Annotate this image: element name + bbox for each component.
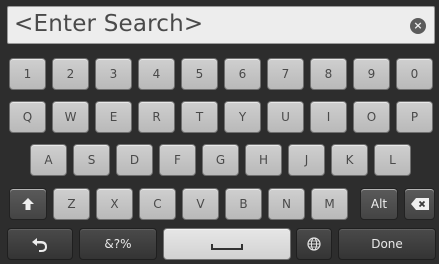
back-arrow-icon — [32, 238, 47, 252]
key-z[interactable]: Z — [53, 188, 90, 220]
symbols-label: &?% — [104, 237, 132, 251]
globe-key[interactable] — [296, 228, 332, 260]
search-placeholder: <Enter Search> — [14, 11, 204, 37]
key-7[interactable]: 7 — [267, 58, 304, 90]
key-label: 5 — [195, 67, 204, 81]
key-y[interactable]: Y — [224, 101, 261, 133]
backspace-key[interactable] — [404, 188, 435, 220]
shift-key[interactable] — [9, 188, 47, 220]
key-q[interactable]: Q — [9, 101, 46, 133]
key-f[interactable]: F — [159, 144, 196, 176]
key-a[interactable]: A — [30, 144, 67, 176]
key-p[interactable]: P — [396, 101, 433, 133]
key-label: F — [174, 153, 181, 167]
key-label: S — [87, 153, 96, 167]
key-label: P — [410, 110, 419, 124]
key-label: 9 — [367, 67, 376, 81]
alt-key[interactable]: Alt — [360, 188, 398, 220]
key-label: 2 — [66, 67, 75, 81]
key-label: M — [324, 197, 335, 211]
key-d[interactable]: D — [116, 144, 153, 176]
symbols-key[interactable]: &?% — [79, 228, 157, 260]
key-label: 3 — [109, 67, 118, 81]
key-w[interactable]: W — [52, 101, 89, 133]
key-n[interactable]: N — [268, 188, 305, 220]
key-label: B — [239, 197, 248, 211]
key-label: O — [366, 110, 377, 124]
key-label: W — [64, 110, 77, 124]
key-label: 8 — [324, 67, 333, 81]
search-input[interactable]: <Enter Search> × — [7, 6, 435, 44]
key-label: I — [326, 110, 331, 124]
key-j[interactable]: J — [288, 144, 325, 176]
clear-icon[interactable]: × — [410, 18, 426, 34]
key-x[interactable]: X — [96, 188, 133, 220]
key-i[interactable]: I — [310, 101, 347, 133]
key-label: Q — [22, 110, 33, 124]
key-8[interactable]: 8 — [310, 58, 347, 90]
key-1[interactable]: 1 — [9, 58, 46, 90]
key-g[interactable]: G — [202, 144, 239, 176]
key-h[interactable]: H — [245, 144, 282, 176]
back-key[interactable] — [7, 228, 73, 260]
key-9[interactable]: 9 — [353, 58, 390, 90]
key-m[interactable]: M — [311, 188, 348, 220]
key-label: E — [109, 110, 118, 124]
key-e[interactable]: E — [95, 101, 132, 133]
key-label: K — [345, 153, 354, 167]
key-label: V — [196, 197, 205, 211]
key-3[interactable]: 3 — [95, 58, 132, 90]
space-key[interactable] — [163, 228, 291, 260]
done-label: Done — [371, 237, 403, 251]
key-label: H — [258, 153, 269, 167]
keyboard-screen: <Enter Search> × 1 2 3 4 5 6 7 8 9 0 Q W E R T Y U I O P A… — [0, 0, 439, 264]
key-label: L — [389, 153, 396, 167]
key-label: 7 — [281, 67, 290, 81]
key-b[interactable]: B — [225, 188, 262, 220]
key-v[interactable]: V — [182, 188, 219, 220]
key-label: R — [152, 110, 161, 124]
key-c[interactable]: C — [139, 188, 176, 220]
key-l[interactable]: L — [374, 144, 411, 176]
key-label: C — [153, 197, 162, 211]
key-0[interactable]: 0 — [396, 58, 433, 90]
key-label: 4 — [152, 67, 161, 81]
key-5[interactable]: 5 — [181, 58, 218, 90]
shift-icon — [22, 198, 34, 210]
key-u[interactable]: U — [267, 101, 304, 133]
key-label: Y — [238, 110, 247, 124]
key-label: 1 — [23, 67, 32, 81]
key-o[interactable]: O — [353, 101, 390, 133]
key-label: U — [281, 110, 290, 124]
key-k[interactable]: K — [331, 144, 368, 176]
key-2[interactable]: 2 — [52, 58, 89, 90]
key-label: J — [304, 153, 309, 167]
key-label: 0 — [410, 67, 419, 81]
key-label: 6 — [238, 67, 247, 81]
alt-label: Alt — [370, 197, 388, 211]
backspace-icon — [410, 198, 429, 210]
key-label: N — [282, 197, 291, 211]
key-label: T — [195, 110, 204, 124]
key-label: X — [110, 197, 119, 211]
space-icon — [211, 244, 243, 250]
globe-icon — [307, 237, 321, 251]
key-t[interactable]: T — [181, 101, 218, 133]
key-label: G — [215, 153, 226, 167]
key-4[interactable]: 4 — [138, 58, 175, 90]
key-label: A — [44, 153, 53, 167]
key-s[interactable]: S — [73, 144, 110, 176]
key-label: D — [129, 153, 140, 167]
key-6[interactable]: 6 — [224, 58, 261, 90]
key-label: Z — [67, 197, 76, 211]
done-key[interactable]: Done — [338, 228, 436, 260]
key-r[interactable]: R — [138, 101, 175, 133]
